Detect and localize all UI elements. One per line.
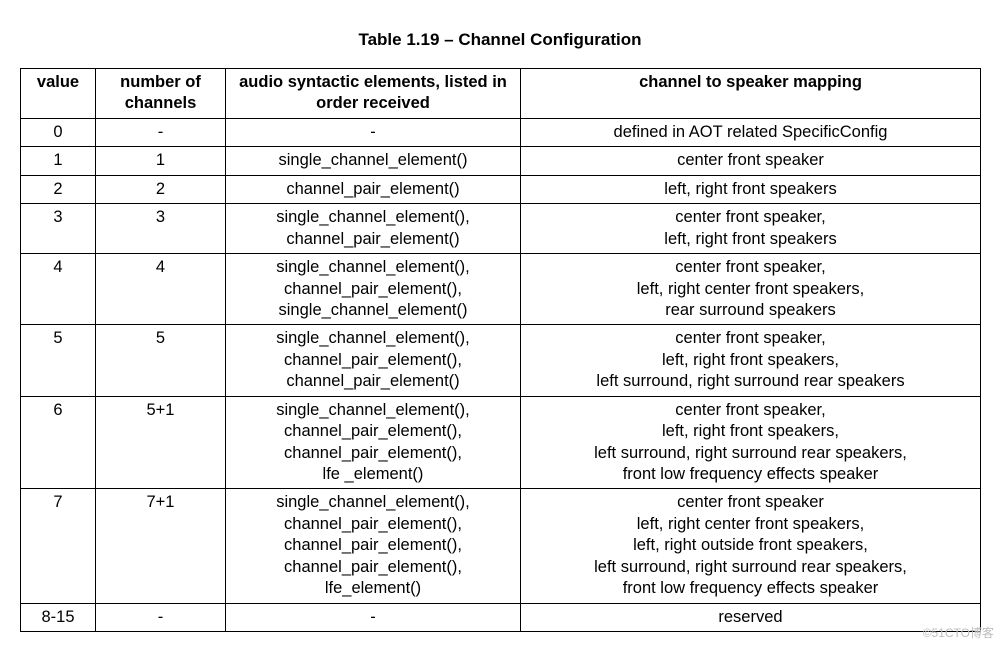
table-caption: Table 1.19 – Channel Configuration <box>20 30 980 50</box>
col-header-value: value <box>21 69 96 119</box>
table-row: 65+1single_channel_element(),channel_pai… <box>21 396 981 489</box>
cell-elements: single_channel_element(),channel_pair_el… <box>226 204 521 254</box>
table-row: 22channel_pair_element()left, right fron… <box>21 175 981 203</box>
cell-channels: 5+1 <box>96 396 226 489</box>
cell-mapping: center front speaker,left, right front s… <box>521 396 981 489</box>
table-row: 44single_channel_element(),channel_pair_… <box>21 254 981 325</box>
cell-channels: 2 <box>96 175 226 203</box>
cell-value: 2 <box>21 175 96 203</box>
cell-elements: channel_pair_element() <box>226 175 521 203</box>
cell-channels: - <box>96 118 226 146</box>
col-header-channels: number of channels <box>96 69 226 119</box>
cell-value: 7 <box>21 489 96 603</box>
table-row: 11single_channel_element()center front s… <box>21 147 981 175</box>
cell-elements: single_channel_element() <box>226 147 521 175</box>
cell-mapping: center front speaker,left, right front s… <box>521 325 981 396</box>
cell-elements: single_channel_element(),channel_pair_el… <box>226 489 521 603</box>
cell-mapping: center front speaker,left, right center … <box>521 254 981 325</box>
channel-config-table: value number of channels audio syntactic… <box>20 68 981 632</box>
cell-channels: - <box>96 603 226 631</box>
cell-elements: - <box>226 603 521 631</box>
cell-mapping: reserved <box>521 603 981 631</box>
table-row: 55single_channel_element(),channel_pair_… <box>21 325 981 396</box>
col-header-mapping: channel to speaker mapping <box>521 69 981 119</box>
table-row: 8-15--reserved <box>21 603 981 631</box>
cell-channels: 3 <box>96 204 226 254</box>
cell-channels: 5 <box>96 325 226 396</box>
cell-mapping: left, right front speakers <box>521 175 981 203</box>
cell-value: 5 <box>21 325 96 396</box>
col-header-elements: audio syntactic elements, listed in orde… <box>226 69 521 119</box>
cell-value: 0 <box>21 118 96 146</box>
table-row: 0--defined in AOT related SpecificConfig <box>21 118 981 146</box>
cell-channels: 4 <box>96 254 226 325</box>
cell-value: 6 <box>21 396 96 489</box>
cell-mapping: center front speaker <box>521 147 981 175</box>
watermark: ©51CTO博客 <box>923 624 994 641</box>
cell-elements: - <box>226 118 521 146</box>
cell-elements: single_channel_element(),channel_pair_el… <box>226 325 521 396</box>
cell-elements: single_channel_element(),channel_pair_el… <box>226 396 521 489</box>
cell-value: 1 <box>21 147 96 175</box>
cell-mapping: defined in AOT related SpecificConfig <box>521 118 981 146</box>
cell-channels: 7+1 <box>96 489 226 603</box>
cell-elements: single_channel_element(),channel_pair_el… <box>226 254 521 325</box>
cell-value: 3 <box>21 204 96 254</box>
cell-value: 8-15 <box>21 603 96 631</box>
cell-channels: 1 <box>96 147 226 175</box>
table-header-row: value number of channels audio syntactic… <box>21 69 981 119</box>
table-row: 77+1single_channel_element(),channel_pai… <box>21 489 981 603</box>
cell-mapping: center front speaker,left, right front s… <box>521 204 981 254</box>
cell-mapping: center front speakerleft, right center f… <box>521 489 981 603</box>
table-row: 33single_channel_element(),channel_pair_… <box>21 204 981 254</box>
cell-value: 4 <box>21 254 96 325</box>
